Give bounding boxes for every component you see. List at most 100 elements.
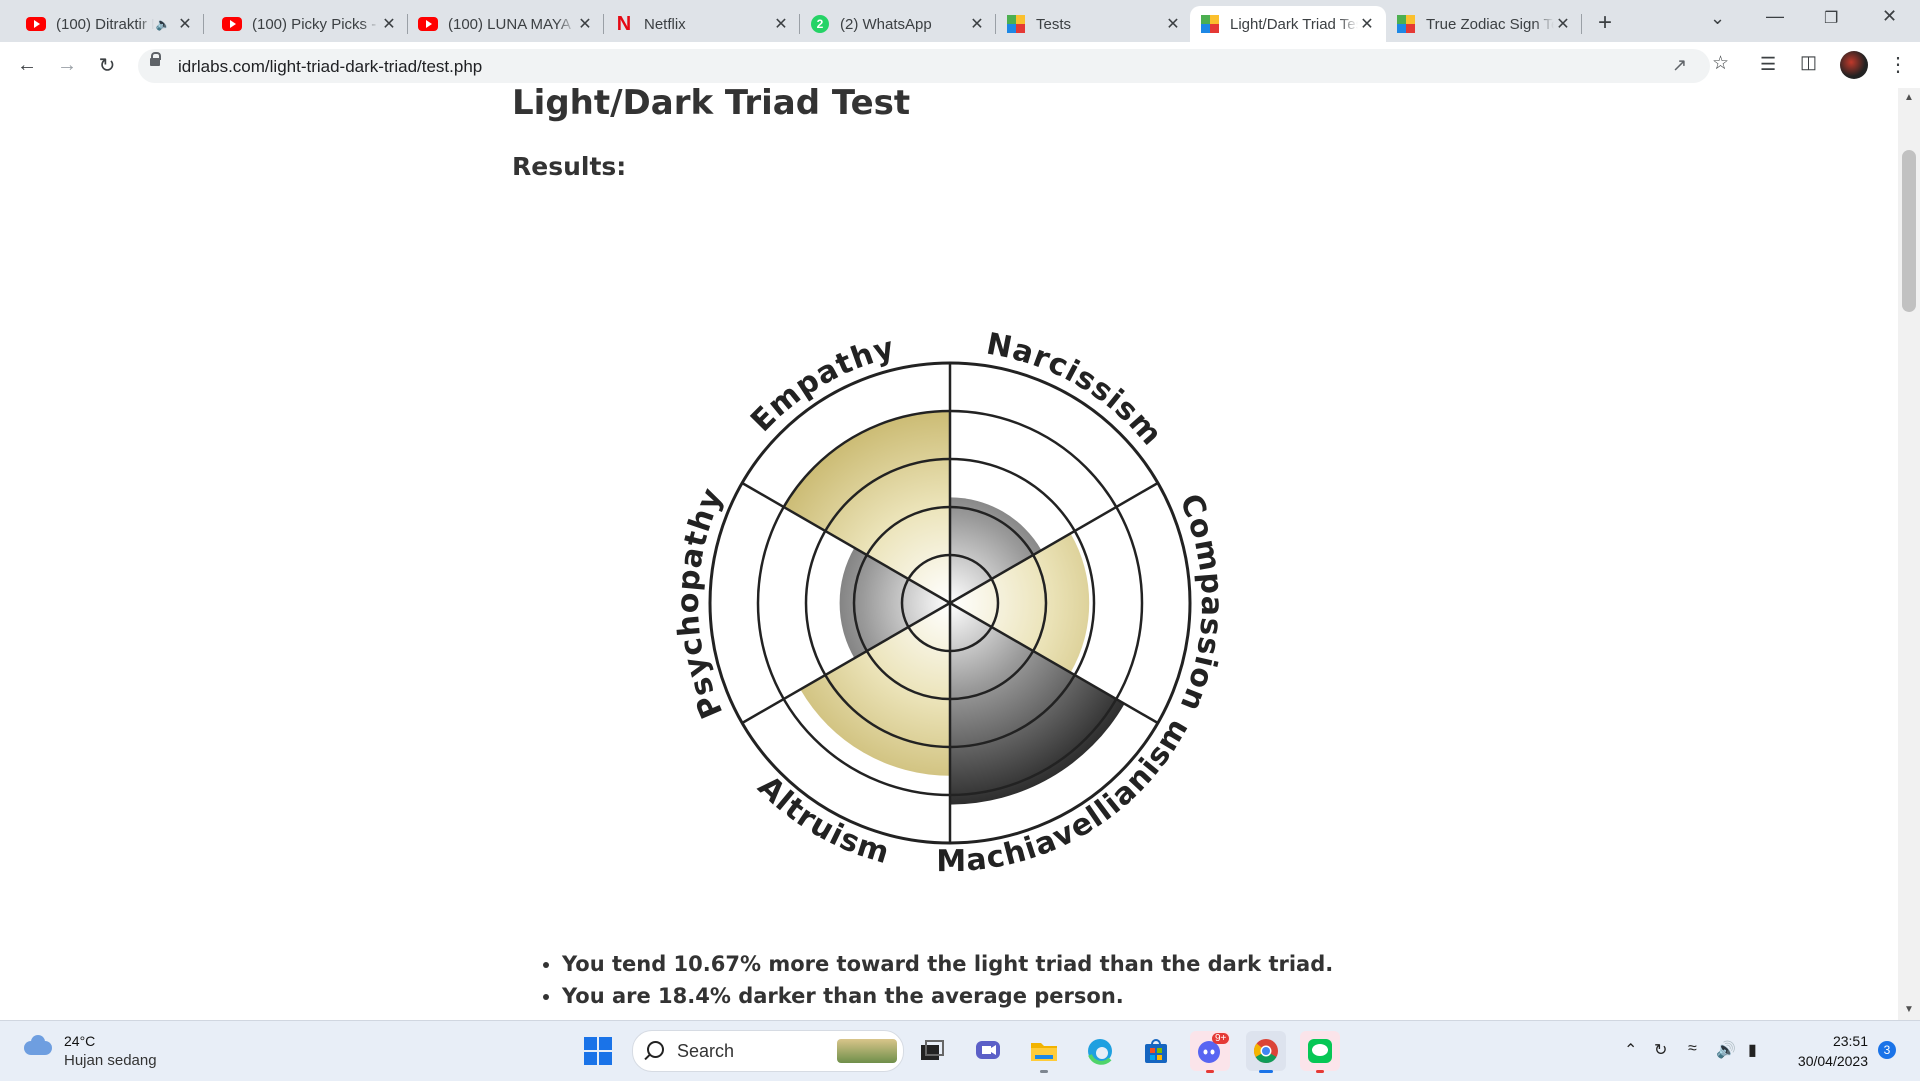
tab-title: (100) Ditraktir Mas bbox=[56, 15, 154, 33]
chart-spokes bbox=[741, 363, 1159, 843]
page-viewport: Light/Dark Triad Test Results: Narcissis… bbox=[0, 88, 1898, 1020]
browser-tab[interactable]: N Netflix ✕ bbox=[604, 6, 800, 42]
active-indicator bbox=[1259, 1070, 1273, 1073]
browser-tab[interactable]: (100) LUNA MAYA ✕ bbox=[408, 6, 604, 42]
new-tab-plus-icon[interactable]: + bbox=[1598, 9, 1612, 37]
browser-tab[interactable]: Tests ✕ bbox=[996, 6, 1192, 42]
weather-widget[interactable] bbox=[22, 1035, 54, 1055]
youtube-icon bbox=[26, 14, 46, 34]
label-empathy: Empathy bbox=[744, 330, 898, 438]
page-title: Light/Dark Triad Test bbox=[512, 88, 911, 123]
running-indicator bbox=[1206, 1070, 1214, 1073]
results-list: You tend 10.67% more toward the light tr… bbox=[540, 948, 1333, 1012]
address-bar[interactable]: idrlabs.com/light-triad-dark-triad/test.… bbox=[138, 49, 1710, 83]
weather-temperature[interactable]: 24°C bbox=[64, 1033, 95, 1049]
search-icon bbox=[647, 1041, 664, 1058]
side-panel-icon[interactable]: ◫ bbox=[1800, 52, 1817, 73]
clock-time: 23:51 bbox=[1832, 1033, 1868, 1049]
close-tab-icon[interactable]: ✕ bbox=[968, 15, 986, 33]
tab-separator bbox=[1581, 14, 1582, 34]
battery-icon[interactable]: ▮ bbox=[1748, 1040, 1757, 1060]
close-tab-icon[interactable]: ✕ bbox=[576, 15, 594, 33]
browser-tab[interactable]: (100) Picky Picks - ✕ bbox=[212, 6, 408, 42]
minimize-icon[interactable]: — bbox=[1766, 6, 1784, 27]
label-psychopathy: Psychopathy bbox=[671, 483, 730, 724]
browser-tab[interactable]: 2 (2) WhatsApp ✕ bbox=[800, 6, 996, 42]
close-tab-icon[interactable]: ✕ bbox=[772, 15, 790, 33]
label-altruism: Altruism bbox=[751, 769, 894, 871]
idrlabs-icon bbox=[1200, 14, 1220, 34]
scroll-down-arrow-icon[interactable]: ▼ bbox=[1904, 1004, 1914, 1015]
scrollbar-thumb[interactable] bbox=[1902, 150, 1916, 312]
scroll-up-arrow-icon[interactable]: ▲ bbox=[1904, 92, 1914, 103]
close-tab-icon[interactable]: ✕ bbox=[1554, 15, 1572, 33]
chrome-icon[interactable] bbox=[1246, 1031, 1286, 1073]
youtube-icon bbox=[222, 14, 242, 34]
edge-icon[interactable] bbox=[1080, 1031, 1120, 1071]
tab-title: (100) LUNA MAYA bbox=[448, 15, 571, 33]
tab-title: True Zodiac Sign Test bbox=[1426, 15, 1554, 33]
menu-kebab-icon[interactable]: ⋮ bbox=[1888, 52, 1908, 77]
restore-icon[interactable]: ❐ bbox=[1824, 8, 1838, 28]
volume-icon[interactable]: 🔊 bbox=[1716, 1040, 1736, 1060]
discord-icon[interactable]: 9+ bbox=[1190, 1031, 1230, 1073]
triad-polar-chart: NarcissismCompassionMachiavellianismAltr… bbox=[671, 327, 1228, 879]
result-light-vs-dark: You tend 10.67% more toward the light tr… bbox=[562, 948, 1333, 980]
running-indicator bbox=[1040, 1070, 1048, 1073]
tab-strip: (100) Ditraktir Mas 🔈 ✕ (100) Picky Pick… bbox=[0, 0, 1920, 42]
chart-segments bbox=[783, 411, 1125, 805]
youtube-icon bbox=[418, 14, 438, 34]
page-scrollbar[interactable]: ▲ ▼ bbox=[1898, 88, 1920, 1020]
label-narcissism: Narcissism bbox=[984, 327, 1170, 453]
bookmark-star-icon[interactable]: ☆ bbox=[1712, 52, 1729, 75]
idrlabs-icon bbox=[1006, 14, 1026, 34]
close-tab-icon[interactable]: ✕ bbox=[380, 15, 398, 33]
close-tab-icon[interactable]: ✕ bbox=[1164, 15, 1182, 33]
tab-title: Tests bbox=[1036, 15, 1072, 33]
running-indicator bbox=[1316, 1070, 1324, 1073]
results-heading: Results: bbox=[512, 152, 627, 181]
close-window-icon[interactable]: ✕ bbox=[1882, 6, 1897, 27]
result-darker-than-average: You are 18.4% darker than the average pe… bbox=[562, 980, 1333, 1012]
teams-chat-icon[interactable] bbox=[968, 1031, 1008, 1071]
windows-taskbar: 24°C Hujan sedang Search 9+ ⌃ ↻ ≈ 🔊 ▮ 23… bbox=[0, 1020, 1920, 1081]
reload-icon[interactable]: ↻ bbox=[94, 52, 120, 78]
close-tab-icon[interactable]: ✕ bbox=[1358, 15, 1376, 33]
close-tab-icon[interactable]: ✕ bbox=[176, 15, 194, 33]
lock-icon[interactable] bbox=[150, 52, 161, 66]
clock-date: 30/04/2023 bbox=[1797, 1053, 1868, 1069]
tab-separator bbox=[203, 14, 204, 34]
store-icon[interactable] bbox=[1136, 1031, 1176, 1071]
system-clock[interactable]: 23:51 30/04/2023 bbox=[1786, 1031, 1868, 1071]
file-explorer-icon[interactable] bbox=[1024, 1031, 1064, 1073]
search-placeholder[interactable]: Search bbox=[677, 1041, 734, 1062]
tab-title: Light/Dark Triad Test bbox=[1230, 15, 1358, 33]
discord-badge: 9+ bbox=[1212, 1033, 1230, 1044]
back-arrow-icon[interactable]: ← bbox=[14, 52, 40, 78]
tab-title: (2) WhatsApp bbox=[840, 15, 932, 33]
browser-tab[interactable]: True Zodiac Sign Test ✕ bbox=[1386, 6, 1582, 42]
show-hidden-icons-chevron[interactable]: ⌃ bbox=[1624, 1040, 1637, 1060]
rain-cloud-icon bbox=[22, 1035, 54, 1055]
wifi-icon[interactable]: ≈ bbox=[1688, 1040, 1697, 1058]
task-view-icon[interactable] bbox=[912, 1031, 952, 1071]
media-control-icon[interactable]: ☰ bbox=[1760, 54, 1776, 75]
line-app-icon[interactable] bbox=[1300, 1031, 1340, 1073]
profile-avatar[interactable] bbox=[1840, 51, 1868, 79]
browser-toolbar: ← → ↻ idrlabs.com/light-triad-dark-triad… bbox=[0, 42, 1920, 89]
weather-description[interactable]: Hujan sedang bbox=[64, 1052, 157, 1069]
whatsapp-icon: 2 bbox=[810, 14, 830, 34]
notification-badge[interactable]: 3 bbox=[1878, 1041, 1896, 1059]
url-text[interactable]: idrlabs.com/light-triad-dark-triad/test.… bbox=[178, 57, 482, 77]
taskbar-search[interactable]: Search bbox=[632, 1030, 904, 1072]
tab-search-chevron-icon[interactable]: ⌄ bbox=[1710, 8, 1725, 29]
browser-tab[interactable]: (100) Ditraktir Mas 🔈 ✕ bbox=[16, 6, 204, 42]
share-icon[interactable]: ↗ bbox=[1672, 55, 1687, 76]
tab-title: (100) Picky Picks - bbox=[252, 15, 377, 33]
speaker-icon[interactable]: 🔈 bbox=[154, 15, 172, 33]
sync-icon[interactable]: ↻ bbox=[1654, 1040, 1667, 1060]
forward-arrow-icon[interactable]: → bbox=[54, 52, 80, 78]
browser-tab-active[interactable]: Light/Dark Triad Test ✕ bbox=[1190, 6, 1386, 42]
netflix-icon: N bbox=[616, 12, 632, 35]
windows-start-icon[interactable] bbox=[584, 1037, 612, 1065]
